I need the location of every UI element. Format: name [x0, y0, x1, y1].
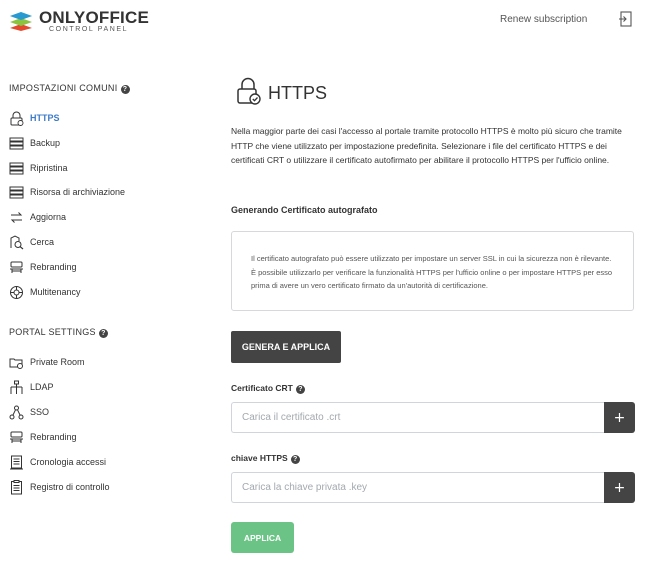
top-header: ONLYOFFICE CONTROL PANEL Renew subscript…	[0, 0, 650, 40]
crt-certificate-label: Certificato CRT?	[231, 383, 305, 394]
sidebar-item-backup[interactable]: Backup	[9, 134, 189, 152]
section-title-portal: PORTAL SETTINGS?	[9, 327, 108, 338]
rebranding-icon	[10, 431, 23, 443]
sidebar-item-label: Backup	[30, 138, 61, 148]
sidebar-item-label: Private Room	[30, 357, 85, 367]
server-icon	[9, 186, 24, 198]
section-title-common-text: IMPOSTAZIONI COMUNI	[9, 83, 118, 93]
lock-icon	[10, 111, 24, 126]
section-title-portal-text: PORTAL SETTINGS	[9, 327, 96, 337]
private-room-icon	[9, 358, 23, 369]
generate-and-apply-button[interactable]: GENERA E APPLICA	[231, 331, 341, 363]
section-title-common: IMPOSTAZIONI COMUNI?	[9, 83, 130, 94]
sidebar-item-login-history[interactable]: Cronologia accessi	[9, 453, 189, 471]
page-title: HTTPS	[268, 83, 328, 103]
sidebar-item-https[interactable]: HTTPS	[9, 109, 189, 127]
https-key-input[interactable]	[231, 472, 605, 503]
sync-icon	[10, 211, 23, 223]
sidebar-item-label: Rebranding	[30, 262, 77, 272]
logo-title: ONLYOFFICE	[39, 8, 149, 27]
sidebar-item-sso[interactable]: SSO	[9, 403, 189, 421]
audit-icon	[11, 479, 22, 494]
server-icon	[9, 137, 24, 149]
sidebar-item-cerca[interactable]: Cerca	[9, 233, 189, 251]
help-icon[interactable]: ?	[98, 329, 108, 338]
sidebar-item-label: Rebranding	[30, 432, 77, 442]
search-icon	[10, 234, 24, 249]
sidebar-item-label: HTTPS	[30, 113, 60, 123]
self-signed-info-text: Il certificato autografato può essere ut…	[251, 254, 613, 290]
sidebar-item-rebranding[interactable]: Rebranding	[9, 258, 189, 276]
renew-subscription-link[interactable]: Renew subscription	[500, 14, 587, 25]
sidebar-item-audit-trail[interactable]: Registro di controllo	[9, 478, 189, 496]
sidebar-item-label: Aggiorna	[30, 212, 67, 222]
sidebar-item-label: Ripristina	[30, 163, 68, 173]
help-icon[interactable]: ?	[120, 85, 130, 94]
server-icon	[9, 162, 24, 174]
apply-button[interactable]: APPLICA	[231, 522, 294, 553]
logo-subtitle: CONTROL PANEL	[49, 26, 129, 33]
sidebar-item-multitenancy[interactable]: Multitenancy	[9, 283, 189, 301]
upload-crt-plus-button[interactable]: +	[604, 402, 635, 433]
sidebar-item-label: Registro di controllo	[30, 482, 110, 492]
https-key-label-text: chiave HTTPS	[231, 453, 288, 463]
onlyoffice-logo-icon	[10, 12, 32, 31]
onlyoffice-logo[interactable]: ONLYOFFICE CONTROL PANEL	[9, 8, 149, 34]
sidebar-item-portal-rebranding[interactable]: Rebranding	[9, 428, 189, 446]
sso-icon	[9, 405, 24, 419]
globe-icon	[10, 285, 23, 299]
sidebar-item-label: SSO	[30, 407, 50, 417]
sidebar-item-label: Risorsa di archiviazione	[30, 187, 126, 197]
help-icon[interactable]: ?	[290, 455, 300, 464]
https-lock-icon	[237, 77, 261, 105]
sidebar-item-ripristina[interactable]: Ripristina	[9, 159, 189, 177]
sidebar-item-private-room[interactable]: Private Room	[9, 353, 189, 371]
https-key-label: chiave HTTPS?	[231, 453, 300, 464]
help-icon[interactable]: ?	[295, 385, 305, 394]
self-signed-info-box: Il certificato autografato può essere ut…	[231, 231, 634, 311]
sidebar-item-label: Cronologia accessi	[30, 457, 107, 467]
rebranding-icon	[10, 261, 23, 273]
sidebar-item-label: LDAP	[30, 382, 54, 392]
sidebar-item-aggiorna[interactable]: Aggiorna	[9, 208, 189, 226]
history-icon	[10, 455, 23, 469]
ldap-icon	[10, 380, 23, 394]
upload-key-plus-button[interactable]: +	[604, 472, 635, 503]
sidebar-item-storage[interactable]: Risorsa di archiviazione	[9, 183, 189, 201]
crt-certificate-input[interactable]	[231, 402, 605, 433]
sidebar-item-label: Cerca	[30, 237, 55, 247]
logout-icon[interactable]	[618, 11, 632, 27]
https-description: Nella maggior parte dei casi l'accesso a…	[231, 126, 622, 165]
self-signed-heading: Generando Certificato autografato	[231, 205, 378, 215]
sidebar-item-ldap[interactable]: LDAP	[9, 378, 189, 396]
crt-certificate-label-text: Certificato CRT	[231, 383, 293, 393]
sidebar-item-label: Multitenancy	[30, 287, 81, 297]
